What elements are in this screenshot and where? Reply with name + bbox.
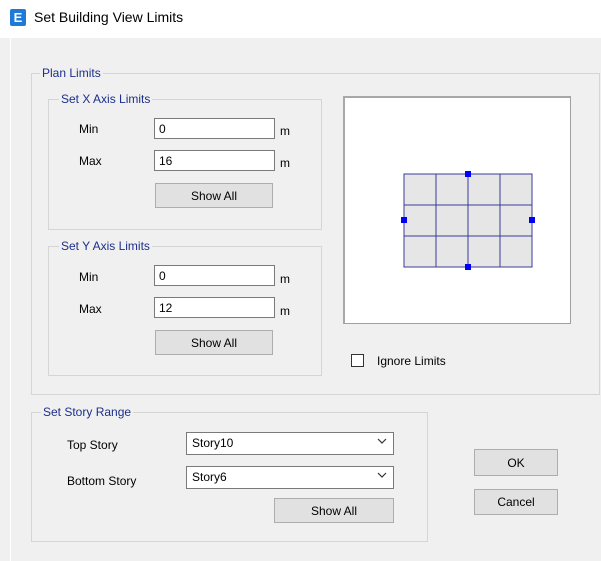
- ignore-limits-label: Ignore Limits: [377, 354, 446, 368]
- plan-preview[interactable]: [343, 96, 571, 324]
- ignore-limits-checkbox[interactable]: [351, 354, 364, 367]
- window-title: Set Building View Limits: [34, 9, 184, 25]
- story-range-legend: Set Story Range: [41, 405, 134, 419]
- x-min-input[interactable]: [154, 118, 275, 139]
- top-story-label: Top Story: [67, 438, 118, 452]
- x-max-input[interactable]: [154, 150, 275, 171]
- bottom-story-value: Story6: [192, 470, 227, 484]
- bottom-story-label: Bottom Story: [67, 474, 137, 488]
- bottom-story-dropdown[interactable]: Story6: [186, 466, 394, 489]
- y-max-input[interactable]: [154, 297, 275, 318]
- x-min-label: Min: [79, 122, 99, 136]
- dialog-body: Plan Limits Set X Axis Limits Min m Max …: [10, 38, 601, 561]
- ok-button[interactable]: OK: [474, 449, 558, 476]
- y-max-unit: m: [280, 304, 290, 318]
- bottom-handle: [465, 264, 471, 270]
- plan-limits-legend: Plan Limits: [40, 66, 103, 80]
- left-handle: [401, 217, 407, 223]
- y-min-input[interactable]: [154, 265, 275, 286]
- plan-grid-diagram: [401, 171, 535, 270]
- y-axis-legend: Set Y Axis Limits: [59, 239, 152, 253]
- app-icon: E: [10, 9, 26, 26]
- title-bar: E Set Building View Limits: [0, 0, 601, 38]
- x-show-all-button[interactable]: Show All: [155, 183, 273, 208]
- y-min-label: Min: [79, 270, 99, 284]
- story-show-all-button[interactable]: Show All: [274, 498, 394, 523]
- top-story-value: Story10: [192, 436, 234, 450]
- y-show-all-button[interactable]: Show All: [155, 330, 273, 355]
- y-min-unit: m: [280, 272, 290, 286]
- x-max-unit: m: [280, 156, 290, 170]
- x-max-label: Max: [79, 154, 102, 168]
- x-min-unit: m: [280, 124, 290, 138]
- chevron-down-icon: [377, 472, 387, 478]
- top-handle: [465, 171, 471, 177]
- y-max-label: Max: [79, 302, 102, 316]
- x-axis-legend: Set X Axis Limits: [59, 92, 153, 106]
- cancel-button[interactable]: Cancel: [474, 489, 558, 515]
- chevron-down-icon: [377, 438, 387, 444]
- top-story-dropdown[interactable]: Story10: [186, 432, 394, 455]
- right-handle: [529, 217, 535, 223]
